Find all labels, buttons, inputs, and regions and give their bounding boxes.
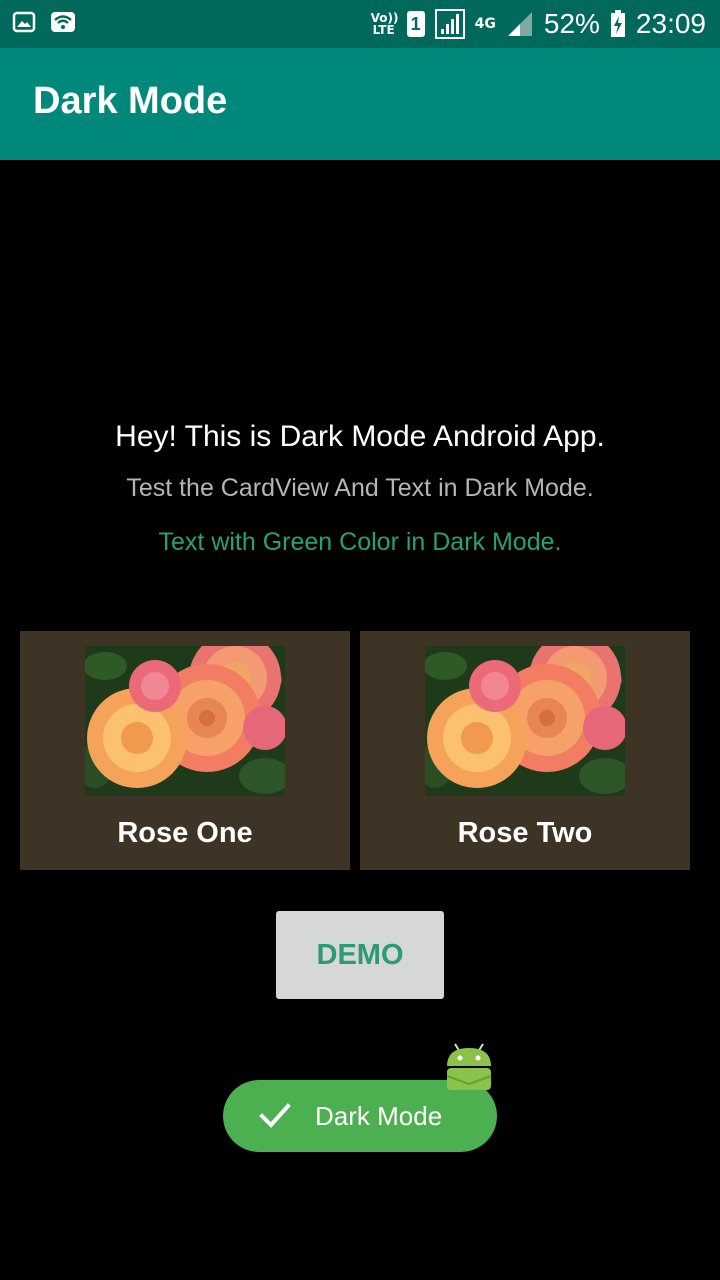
signal-secondary-icon <box>506 10 534 38</box>
card-rose-two[interactable]: Rose Two <box>360 631 690 870</box>
card-title: Rose One <box>117 817 253 849</box>
network-type-label: 4G <box>474 16 496 32</box>
sim-indicator: 1 <box>406 11 425 37</box>
android-icon <box>445 1042 493 1092</box>
status-bar: Vo)) LTE 1 4G 52% 23:09 <box>0 0 720 48</box>
check-icon <box>259 1102 291 1130</box>
clock: 23:09 <box>635 8 706 39</box>
image-icon <box>12 10 36 34</box>
app-title: Dark Mode <box>33 80 228 122</box>
signal-icon <box>434 9 465 39</box>
card-title: Rose Two <box>457 817 593 849</box>
volte-indicator: Vo)) LTE <box>370 11 399 37</box>
app-bar: Dark Mode <box>0 48 720 160</box>
battery-percent: 52% <box>543 8 600 39</box>
demo-button[interactable]: DEMO <box>276 911 444 999</box>
subtitle-text: Test the CardView And Text in Dark Mode. <box>126 474 594 502</box>
roses-image <box>425 646 625 796</box>
green-text: Text with Green Color in Dark Mode. <box>158 528 562 556</box>
roses-image <box>85 646 285 796</box>
card-rose-one[interactable]: Rose One <box>20 631 350 870</box>
toast-text: Dark Mode <box>315 1101 443 1131</box>
heading-text: Hey! This is Dark Mode Android App. <box>115 420 605 453</box>
battery-charging-icon <box>610 10 626 38</box>
wifi-icon <box>50 10 75 34</box>
